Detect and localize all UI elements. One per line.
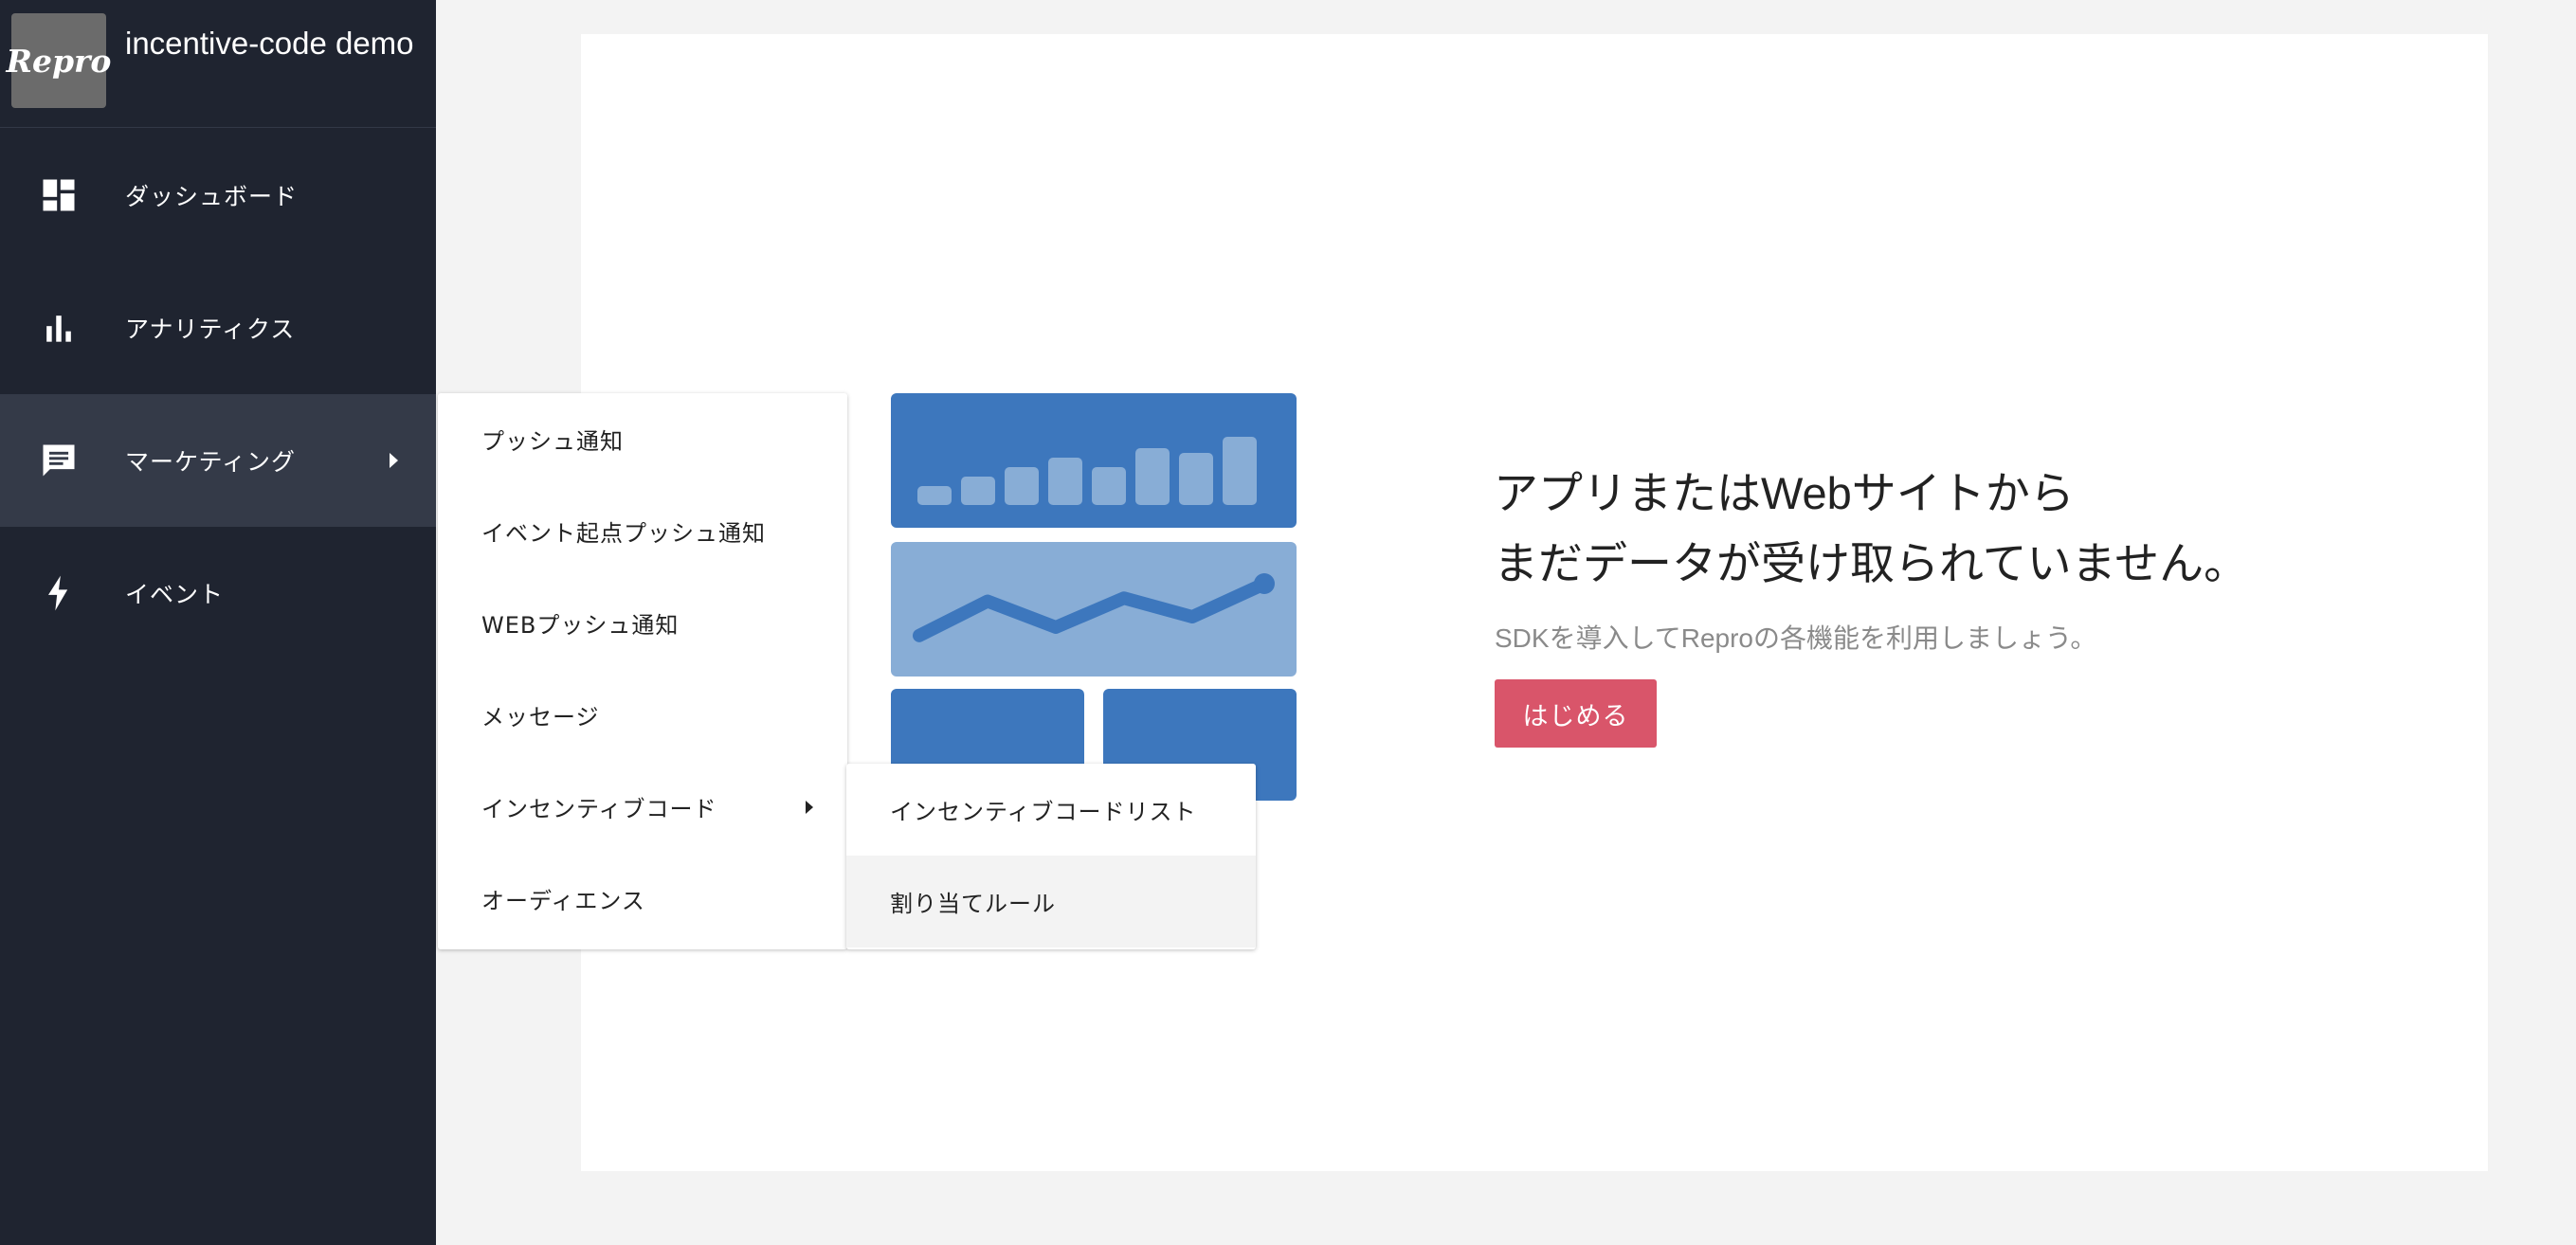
illustration-bar (961, 477, 995, 505)
illustration-bar (917, 486, 952, 505)
menu-item-incentive-code[interactable]: インセンティブコード (438, 761, 847, 853)
repro-logo: Repro (7, 13, 111, 108)
title-line-2: まだデータが受け取られていません。 (1494, 538, 2249, 588)
illustration-bar (1179, 453, 1213, 505)
illustration-bar (1135, 448, 1170, 505)
lightning-icon (48, 575, 68, 611)
chevron-right-icon (806, 800, 813, 814)
menu-item-message[interactable]: メッセージ (438, 669, 847, 761)
app-name: incentive-code demo (125, 26, 414, 61)
illustration-bar (1048, 458, 1082, 505)
bar-chart-icon (46, 316, 71, 342)
illustration-bar (1223, 437, 1257, 505)
illustration-bar (1092, 467, 1126, 505)
menu-item-web-push[interactable]: WEBプッシュ通知 (438, 577, 847, 669)
message-icon (43, 444, 75, 477)
empty-state-title: アプリまたはWebサイトから まだデータが受け取られていません。 (1494, 459, 2347, 599)
menu-item-assign-rule[interactable]: 割り当てルール (846, 856, 1256, 947)
menu-item-event-push[interactable]: イベント起点プッシュ通知 (438, 485, 847, 577)
sidebar-item-event[interactable]: イベント (0, 527, 436, 659)
chevron-right-icon (390, 453, 398, 468)
menu-item-audience[interactable]: オーディエンス (438, 853, 847, 945)
title-line-1: アプリまたはWebサイトから (1494, 468, 2075, 518)
sidebar-item-dashboard[interactable]: ダッシュボード (0, 129, 436, 262)
menu-item-incentive-list[interactable]: インセンティブコードリスト (846, 764, 1256, 856)
menu-item-push[interactable]: プッシュ通知 (438, 393, 847, 485)
incentive-submenu: インセンティブコードリスト 割り当てルール (846, 764, 1256, 949)
start-button[interactable]: はじめる (1495, 679, 1657, 748)
sidebar-item-label: マーケティング (125, 448, 297, 476)
sidebar: Repro incentive-code demo ダッシュボード アナリティク… (0, 0, 436, 1245)
empty-state-subtitle: SDKを導入してReproの各機能を利用しましょう。 (1495, 623, 2097, 653)
sidebar-item-marketing[interactable]: マーケティング (0, 394, 436, 527)
brand-header[interactable]: Repro incentive-code demo (0, 0, 436, 128)
sidebar-item-label: ダッシュボード (125, 183, 299, 210)
illustration-bar (1005, 467, 1039, 505)
empty-state-illustration (891, 393, 1297, 801)
trend-dot (1254, 573, 1275, 594)
dashboard-icon (43, 179, 75, 211)
sidebar-item-label: アナリティクス (125, 316, 296, 343)
marketing-menu: プッシュ通知 イベント起点プッシュ通知 WEBプッシュ通知 メッセージ インセン… (438, 393, 847, 949)
sidebar-item-analytics[interactable]: アナリティクス (0, 262, 436, 394)
menu-item-label: インセンティブコード (481, 796, 717, 822)
sidebar-item-label: イベント (125, 581, 225, 608)
main-card (581, 34, 2488, 1171)
